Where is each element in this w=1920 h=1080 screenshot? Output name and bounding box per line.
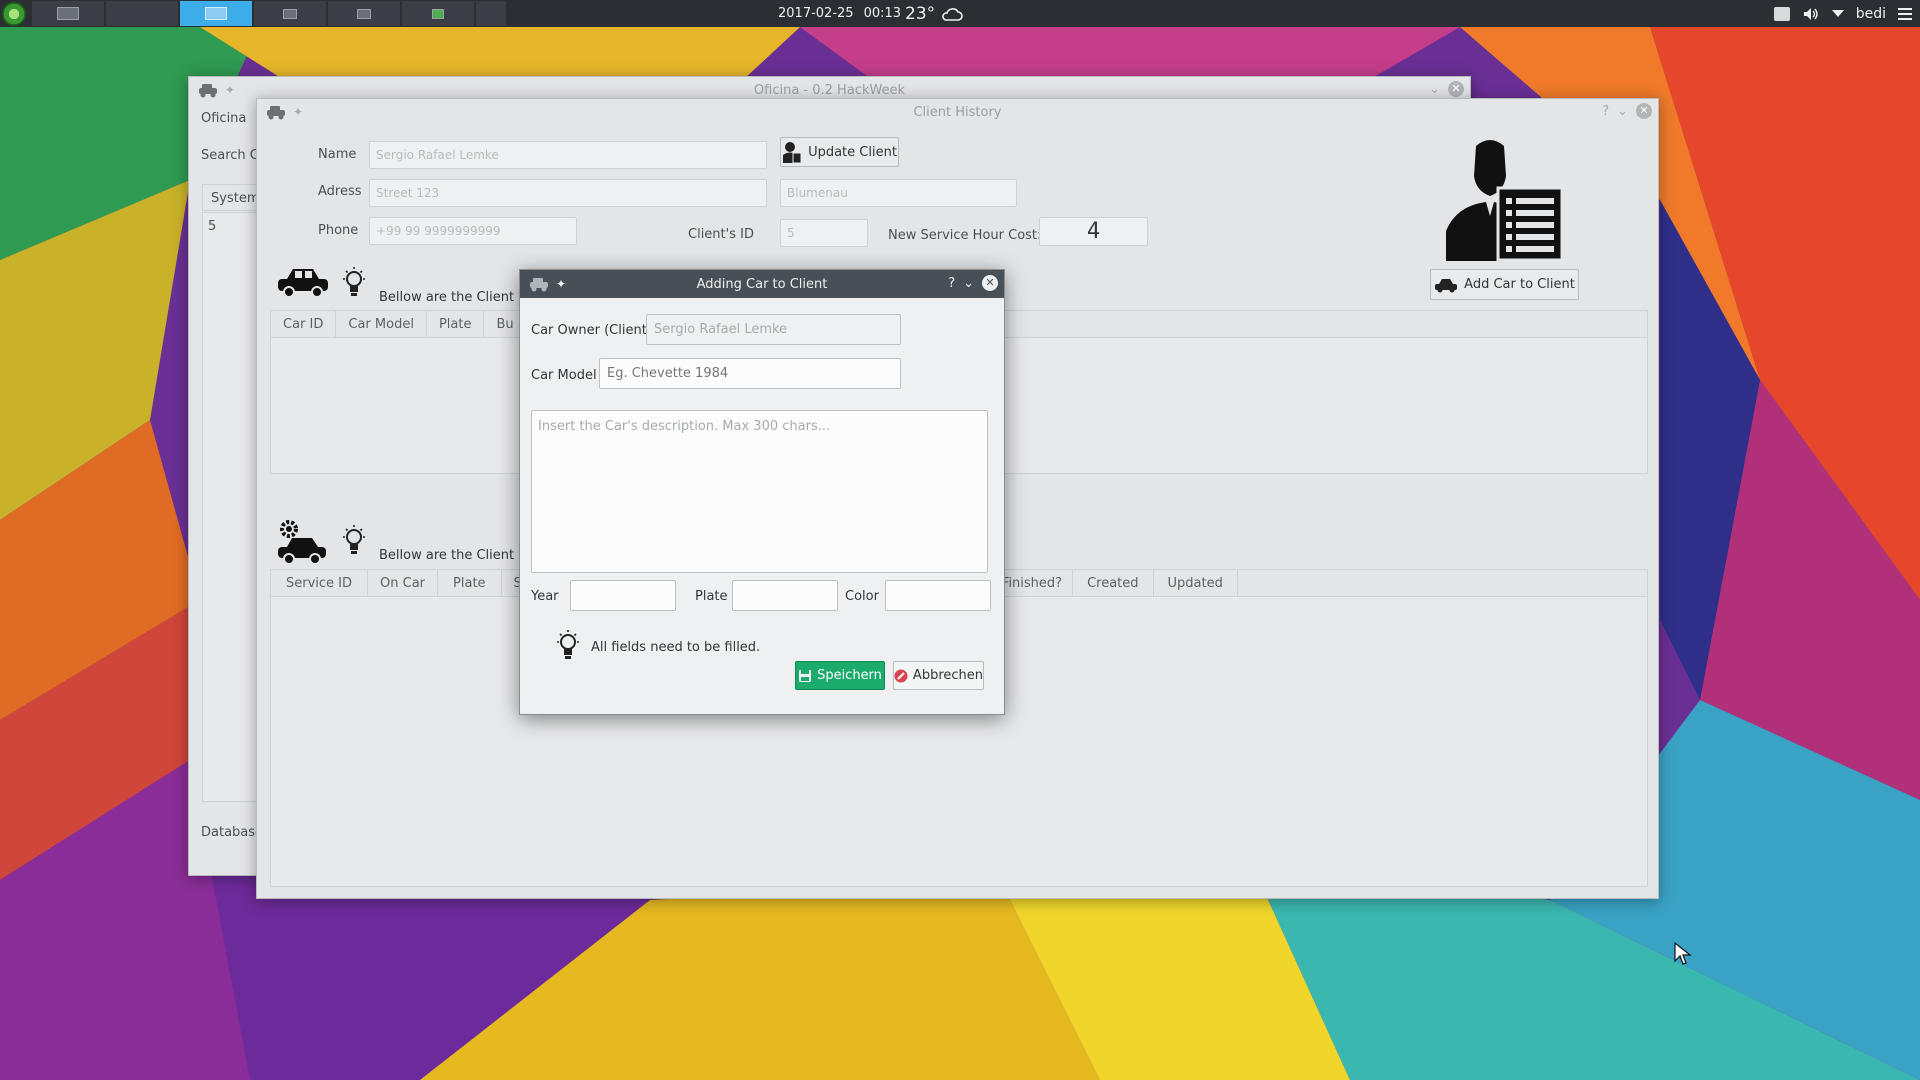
model-label: Car Model: [531, 368, 597, 383]
user-name[interactable]: bedi: [1856, 6, 1886, 22]
plate-label: Plate: [695, 589, 728, 604]
volume-icon[interactable]: [1802, 6, 1820, 22]
taskbar-task-1[interactable]: [32, 1, 104, 26]
menu-icon[interactable]: [1898, 7, 1912, 20]
name-label: Name: [318, 147, 357, 162]
client-list-icon: [1446, 140, 1564, 261]
taskbar-task-7[interactable]: [476, 1, 506, 26]
address-label: Adress: [318, 184, 362, 199]
client-window-titlebar[interactable]: ✦ Client History ? ⌄ ✕: [257, 99, 1658, 125]
adding-car-dialog: ✦ Adding Car to Client ? ⌄ ✕ Car Owner (…: [519, 269, 1005, 715]
lightbulb-icon: [343, 267, 365, 296]
add-car-button[interactable]: Add Car to Client: [1430, 269, 1579, 300]
minimize-icon[interactable]: ⌄: [1429, 82, 1440, 97]
clipboard-icon[interactable]: [1773, 6, 1790, 21]
lightbulb-icon: [557, 630, 579, 659]
clock[interactable]: 2017-02-25 00:13: [778, 0, 901, 27]
taskbar-task-2[interactable]: [106, 1, 178, 26]
owner-label: Car Owner (Client): [531, 323, 652, 338]
taskbar-task-3[interactable]: [180, 1, 252, 26]
minimize-icon[interactable]: ⌄: [963, 276, 974, 291]
taskbar-task-4[interactable]: [254, 1, 326, 26]
cars-col-plate[interactable]: Plate: [427, 311, 485, 337]
car-service-icon: [278, 520, 326, 565]
phone-field[interactable]: +99 99 9999999999: [369, 217, 577, 245]
temperature: 23°: [905, 3, 936, 24]
main-window-title: Oficina - 0.2 HackWeek: [753, 82, 906, 98]
color-input[interactable]: [885, 580, 991, 611]
window-thumbnail-icon: [357, 8, 371, 19]
close-icon[interactable]: ✕: [1448, 81, 1464, 97]
car-icon: [278, 269, 328, 298]
services-col-created[interactable]: Created: [1073, 570, 1154, 596]
save-label: Speichern: [817, 668, 882, 683]
close-icon[interactable]: ✕: [982, 275, 998, 291]
window-thumbnail-icon: [432, 8, 444, 19]
tray-expand-icon[interactable]: [1831, 10, 1844, 17]
cancel-icon: [894, 669, 908, 682]
side-label: Oficina: [201, 111, 247, 126]
cancel-label: Abbrechen: [912, 668, 983, 683]
taskbar-task-5[interactable]: [328, 1, 400, 26]
cars-col-car-model[interactable]: Car Model: [336, 311, 427, 337]
system-tray: bedi: [1773, 0, 1912, 27]
owner-field[interactable]: Sergio Rafael Lemke: [646, 314, 901, 345]
hour-cost-label: New Service Hour Cost:: [888, 228, 1042, 243]
update-client-label: Update Client: [808, 144, 897, 160]
close-icon[interactable]: ✕: [1636, 103, 1652, 119]
year-input[interactable]: [570, 580, 676, 611]
window-thumbnail-icon: [57, 7, 79, 20]
clock-date: 2017-02-25: [778, 6, 854, 21]
year-label: Year: [531, 589, 559, 604]
street-field[interactable]: Street 123: [369, 179, 767, 207]
taskbar-task-6[interactable]: [402, 1, 474, 26]
services-col-plate[interactable]: Plate: [438, 570, 502, 596]
cars-col-car-id[interactable]: Car ID: [271, 311, 337, 337]
dialog-titlebar[interactable]: ✦ Adding Car to Client ? ⌄ ✕: [520, 270, 1004, 298]
minimize-icon[interactable]: ⌄: [1617, 104, 1628, 119]
update-client-button[interactable]: Update Client: [780, 137, 899, 167]
desktop: 2017-02-25 00:13 23° bedi ✦ Oficina - 0.…: [0, 0, 1920, 1080]
application-launcher-icon[interactable]: [2, 1, 26, 26]
client-card-icon: [783, 142, 802, 163]
client-window-title: Client History: [913, 104, 1002, 120]
services-col-updated[interactable]: Updated: [1154, 570, 1238, 596]
window-thumbnail-icon: [205, 7, 227, 20]
taskbar: 2017-02-25 00:13 23° bedi: [0, 0, 1920, 27]
list-item[interactable]: 5: [208, 219, 216, 234]
car-icon: [1435, 278, 1458, 292]
help-icon[interactable]: ?: [1602, 104, 1609, 119]
lightbulb-icon: [343, 525, 365, 554]
save-icon: [799, 669, 812, 682]
name-field[interactable]: Sergio Rafael Lemke: [369, 141, 767, 169]
client-id-field[interactable]: 5: [780, 219, 868, 247]
services-col-on-car[interactable]: On Car: [368, 570, 439, 596]
help-icon[interactable]: ?: [948, 276, 955, 291]
plate-input[interactable]: [732, 580, 838, 611]
dialog-title: Adding Car to Client: [696, 276, 828, 292]
color-label: Color: [845, 589, 879, 604]
hour-cost-value: 4: [1086, 219, 1101, 244]
save-button[interactable]: Speichern: [795, 661, 885, 690]
weather-widget[interactable]: 23°: [905, 0, 963, 27]
car-description-textarea[interactable]: Insert the Car's description. Max 300 ch…: [531, 410, 988, 573]
add-car-label: Add Car to Client: [1464, 277, 1575, 292]
services-hint: Bellow are the Client Ser: [379, 548, 540, 563]
services-col-service-id[interactable]: Service ID: [271, 570, 369, 596]
city-field[interactable]: Blumenau: [780, 179, 1017, 207]
phone-label: Phone: [318, 223, 359, 238]
cloud-icon: [942, 7, 963, 21]
cars-hint: Bellow are the Client Ca: [379, 290, 536, 305]
system-tab-label: System: [211, 191, 260, 206]
mouse-cursor-icon: [1674, 942, 1692, 965]
database-label: Database: [201, 825, 264, 840]
window-thumbnail-icon: [283, 8, 297, 19]
clock-time: 00:13: [863, 6, 902, 21]
hour-cost-field[interactable]: 4: [1039, 217, 1148, 246]
car-model-input[interactable]: [599, 358, 901, 389]
cancel-button[interactable]: Abbrechen: [893, 661, 984, 690]
client-id-label: Client's ID: [688, 227, 754, 242]
dialog-hint: All fields need to be filled.: [591, 640, 761, 655]
